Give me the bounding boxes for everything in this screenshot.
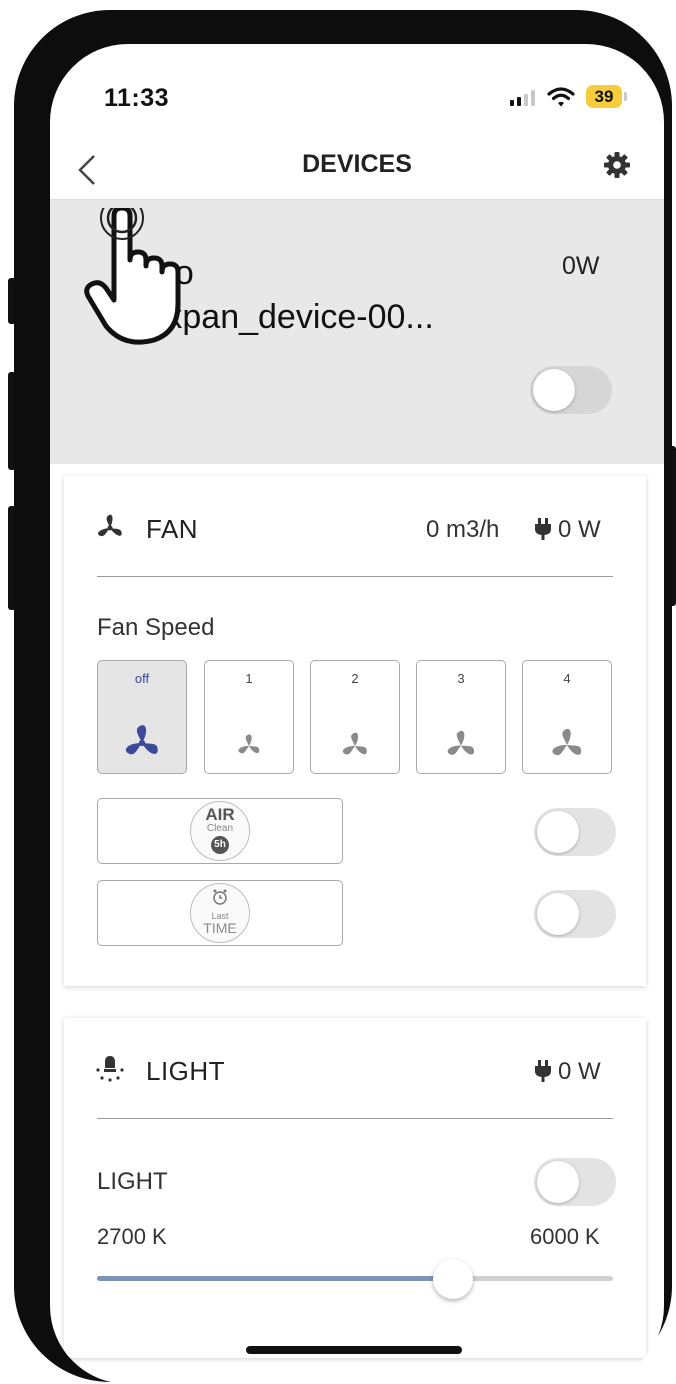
page-title: DEVICES <box>302 150 412 178</box>
toggle-knob <box>537 893 579 935</box>
air-clean-badge: AIR Clean 5h <box>190 801 250 861</box>
color-temp-min: 2700 K <box>97 1224 167 1249</box>
fan-icon <box>98 514 122 537</box>
fan-title: FAN <box>146 514 199 544</box>
fan-divider <box>97 576 613 577</box>
air-clean-badge-top: AIR <box>205 805 235 824</box>
home-indicator <box>246 1346 462 1354</box>
last-time-badge-bottom: TIME <box>203 920 237 936</box>
battery-indicator: 39 <box>586 85 622 108</box>
speed-label: 3 <box>457 671 465 686</box>
fan-icon <box>342 732 367 755</box>
fan-icon <box>125 725 158 755</box>
battery-tip <box>624 92 627 101</box>
fan-power-value: 0 W <box>558 516 601 543</box>
air-clean-mode-button[interactable]: AIR Clean 5h <box>97 798 343 864</box>
fan-icon <box>552 728 582 756</box>
cellular-signal-icon <box>510 90 536 106</box>
toggle-knob <box>537 1161 579 1203</box>
light-power: 0 W <box>534 1058 601 1086</box>
status-time: 11:33 <box>104 84 170 112</box>
light-divider <box>97 1118 613 1119</box>
air-clean-badge-bottom: 5h <box>211 836 229 854</box>
fan-airflow: 0 m3/h <box>426 516 500 543</box>
last-time-badge: Last TIME <box>190 883 250 943</box>
fan-card: FAN 0 m3/h 0 W Fan Speed off 1 2 3 4 AIR… <box>64 476 646 986</box>
alarm-clock-icon <box>213 889 227 905</box>
color-temp-slider-thumb[interactable] <box>433 1259 474 1299</box>
tap-hand-cursor-icon <box>84 208 181 345</box>
fan-icon <box>447 730 475 755</box>
air-clean-toggle[interactable] <box>534 808 616 856</box>
device-power-toggle[interactable] <box>530 366 612 414</box>
fan-speed-2-button[interactable]: 2 <box>310 660 400 774</box>
device-power-reading: 0W <box>562 252 600 280</box>
light-card: LIGHT 0 W LIGHT 2700 K 6000 K <box>64 1018 646 1358</box>
speed-label: 1 <box>245 671 253 686</box>
color-temp-max: 6000 K <box>530 1224 600 1249</box>
wifi-icon <box>547 87 575 107</box>
fan-speed-1-button[interactable]: 1 <box>204 660 294 774</box>
back-arrow-icon[interactable] <box>70 150 110 190</box>
color-temp-slider-fill <box>97 1276 454 1281</box>
toggle-knob <box>533 369 575 411</box>
air-clean-badge-mid: Clean <box>206 823 234 834</box>
speed-label: off <box>134 671 150 686</box>
speed-label: 2 <box>351 671 359 686</box>
light-power-value: 0 W <box>558 1058 601 1085</box>
last-time-toggle[interactable] <box>534 890 616 938</box>
fan-speed-3-button[interactable]: 3 <box>416 660 506 774</box>
phone-frame: 11:33 39 DEVICES inoxpan_device-00... 0W… <box>14 10 672 1384</box>
speed-label: 4 <box>563 671 571 686</box>
light-toggle[interactable] <box>534 1158 616 1206</box>
fan-speed-label: Fan Speed <box>97 614 215 641</box>
fan-icon <box>238 734 260 754</box>
light-bulb-icon <box>96 1056 124 1082</box>
plug-icon <box>535 518 551 540</box>
fan-speed-off-button[interactable]: off <box>97 660 187 774</box>
app-screen: 11:33 39 DEVICES inoxpan_device-00... 0W… <box>50 44 664 1384</box>
toggle-knob <box>537 811 579 853</box>
fan-speed-4-button[interactable]: 4 <box>522 660 612 774</box>
fan-power: 0 W <box>534 516 601 544</box>
light-toggle-label: LIGHT <box>97 1168 168 1195</box>
last-time-mode-button[interactable]: Last TIME <box>97 880 343 946</box>
settings-gear-icon[interactable] <box>602 150 632 180</box>
light-title: LIGHT <box>146 1056 226 1086</box>
plug-icon <box>535 1060 551 1082</box>
